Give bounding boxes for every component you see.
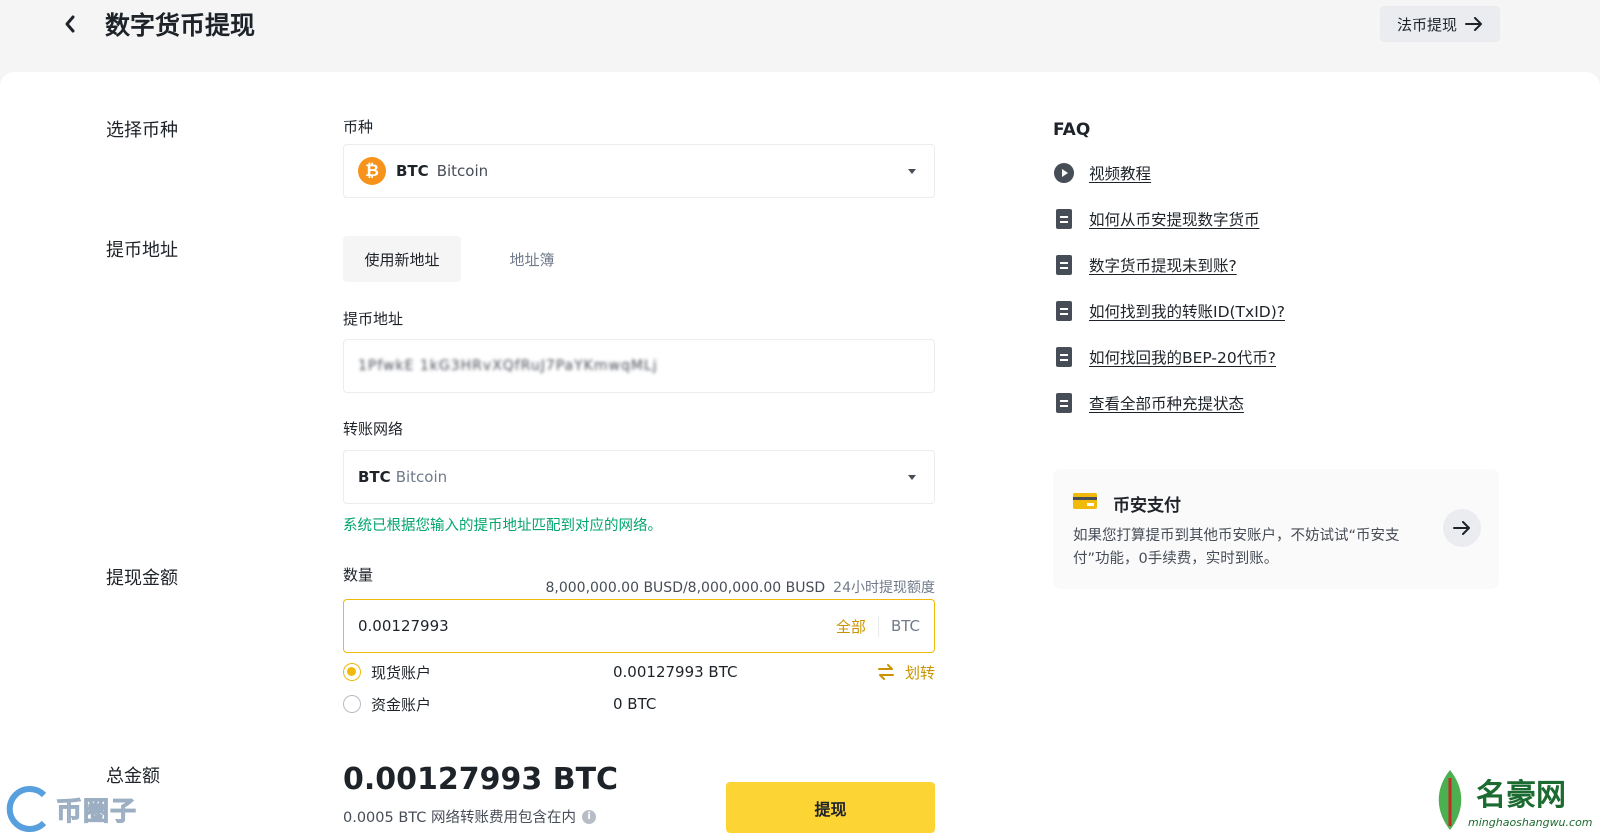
withdraw-limit: 8,000,000.00 BUSD/8,000,000.00 BUSD 24小时提… bbox=[510, 577, 935, 597]
arrow-right-icon bbox=[1453, 521, 1470, 535]
faq-link: 如何从币安提现数字货币 bbox=[1089, 211, 1260, 229]
section-label-address: 提币地址 bbox=[106, 240, 178, 261]
page-header: 数字货币提现 法币提现 bbox=[0, 0, 1600, 72]
watermark-left-text: 币圈子 bbox=[55, 796, 138, 827]
network-field-label: 转账网络 bbox=[343, 420, 404, 438]
address-input[interactable]: 1PfwkE 1kG3HRvXQfRuJ7PaYKmwqMLj bbox=[343, 339, 935, 393]
bitcoin-icon: ₿ bbox=[358, 157, 386, 185]
faq-item[interactable]: 如何找到我的转账ID(TxID)? bbox=[1053, 298, 1285, 324]
radio-spot[interactable] bbox=[343, 663, 361, 681]
arrow-right-icon bbox=[1465, 17, 1482, 31]
play-circle-icon bbox=[1053, 162, 1075, 184]
watermark-url: minghaoshangwu.com bbox=[1468, 816, 1593, 829]
watermark-left: 币圈子 bbox=[0, 780, 148, 838]
network-match-hint: 系统已根据您输入的提币地址匹配到对应的网络。 bbox=[343, 518, 662, 534]
withdraw-limit-note: 24小时提现额度 bbox=[833, 580, 935, 596]
faq-item[interactable]: 数字货币提现未到账? bbox=[1053, 252, 1237, 278]
watermark-logo-icon bbox=[6, 786, 47, 832]
document-icon bbox=[1053, 392, 1075, 414]
pay-card-desc: 如果您打算提币到其他币安账户，不妨试试“币安支付”功能，0手续费，实时到账。 bbox=[1073, 528, 1400, 567]
account-option-spot[interactable]: 现货账户 0.00127993 BTC 划转 bbox=[343, 660, 935, 684]
withdraw-limit-value: 8,000,000.00 BUSD/8,000,000.00 BUSD bbox=[545, 580, 826, 596]
fee-note: 0.0005 BTC 网络转账费用包含在内 i bbox=[343, 806, 597, 827]
faq-link: 数字货币提现未到账? bbox=[1089, 257, 1237, 275]
section-label-coin: 选择币种 bbox=[106, 120, 178, 141]
transfer-label: 划转 bbox=[904, 663, 935, 682]
account-balance: 0 BTC bbox=[613, 695, 657, 713]
faq-item[interactable]: 如何找回我的BEP-20代币? bbox=[1053, 344, 1276, 370]
faq-item-video[interactable]: 视频教程 bbox=[1053, 160, 1151, 186]
document-icon bbox=[1053, 300, 1075, 322]
faq-item[interactable]: 查看全部币种充提状态 bbox=[1053, 390, 1244, 416]
coin-name: Bitcoin bbox=[436, 162, 489, 180]
max-button[interactable]: 全部 bbox=[836, 615, 879, 637]
transfer-button[interactable]: 划转 bbox=[877, 662, 935, 683]
pay-card-arrow-button[interactable] bbox=[1443, 509, 1481, 547]
page-title: 数字货币提现 bbox=[105, 11, 256, 40]
document-icon bbox=[1053, 254, 1075, 276]
faq-title: FAQ bbox=[1053, 120, 1091, 140]
binance-pay-card[interactable]: 币安支付 如果您打算提币到其他币安账户，不妨试试“币安支付”功能，0手续费，实时… bbox=[1053, 469, 1499, 589]
faq-link: 视频教程 bbox=[1089, 165, 1152, 183]
fee-note-text: 0.0005 BTC 网络转账费用包含在内 bbox=[343, 810, 577, 826]
back-button[interactable] bbox=[58, 12, 82, 36]
watermark-right: 名豪网 minghaoshangwu.com bbox=[1420, 760, 1600, 838]
chevron-left-icon bbox=[65, 15, 75, 33]
network-select[interactable]: BTC Bitcoin bbox=[343, 450, 935, 504]
account-option-funding[interactable]: 资金账户 0 BTC bbox=[343, 692, 935, 716]
fiat-withdraw-button[interactable]: 法币提现 bbox=[1380, 6, 1500, 42]
faq-item[interactable]: 如何从币安提现数字货币 bbox=[1053, 206, 1260, 232]
section-label-amount: 提现金额 bbox=[106, 568, 178, 589]
withdraw-button[interactable]: 提现 bbox=[726, 782, 935, 833]
account-balance: 0.00127993 BTC bbox=[613, 663, 738, 681]
document-icon bbox=[1053, 208, 1075, 230]
account-label: 现货账户 bbox=[371, 663, 432, 682]
faq-link: 如何找到我的转账ID(TxID)? bbox=[1089, 303, 1285, 321]
swap-icon bbox=[877, 664, 894, 680]
caret-down-icon bbox=[908, 169, 916, 174]
withdraw-panel: 选择币种 币种 ₿ BTC Bitcoin 提币地址 使用新地址 地址簿 提币地… bbox=[0, 72, 1600, 838]
watermark-brand: 名豪网 bbox=[1476, 778, 1566, 813]
network-code: BTC bbox=[358, 468, 391, 486]
total-amount: 0.00127993 BTC bbox=[343, 762, 619, 797]
card-icon bbox=[1073, 493, 1097, 509]
faq-link: 查看全部币种充提状态 bbox=[1089, 395, 1245, 413]
radio-funding[interactable] bbox=[343, 695, 361, 713]
fiat-withdraw-label: 法币提现 bbox=[1396, 15, 1457, 34]
coin-code: BTC bbox=[396, 162, 429, 180]
tab-address-book[interactable]: 地址簿 bbox=[480, 236, 584, 282]
info-icon[interactable]: i bbox=[582, 809, 597, 824]
caret-down-icon bbox=[908, 475, 916, 480]
document-icon bbox=[1053, 346, 1075, 368]
coin-field-label: 币种 bbox=[343, 118, 374, 136]
account-label: 资金账户 bbox=[371, 695, 432, 714]
tab-new-address[interactable]: 使用新地址 bbox=[343, 236, 461, 282]
watermark-leaf-icon bbox=[1438, 770, 1462, 830]
amount-input[interactable]: 0.00127993 全部 BTC bbox=[343, 599, 935, 653]
coin-select[interactable]: ₿ BTC Bitcoin bbox=[343, 144, 935, 198]
amount-field-label: 数量 bbox=[343, 566, 374, 584]
amount-value: 0.00127993 bbox=[358, 617, 449, 635]
address-value: 1PfwkE 1kG3HRvXQfRuJ7PaYKmwqMLj bbox=[358, 358, 658, 374]
pay-card-title: 币安支付 bbox=[1113, 496, 1181, 516]
amount-unit: BTC bbox=[890, 617, 920, 635]
faq-link: 如何找回我的BEP-20代币? bbox=[1089, 349, 1276, 367]
address-field-label: 提币地址 bbox=[343, 310, 404, 328]
network-name: Bitcoin bbox=[395, 468, 448, 486]
